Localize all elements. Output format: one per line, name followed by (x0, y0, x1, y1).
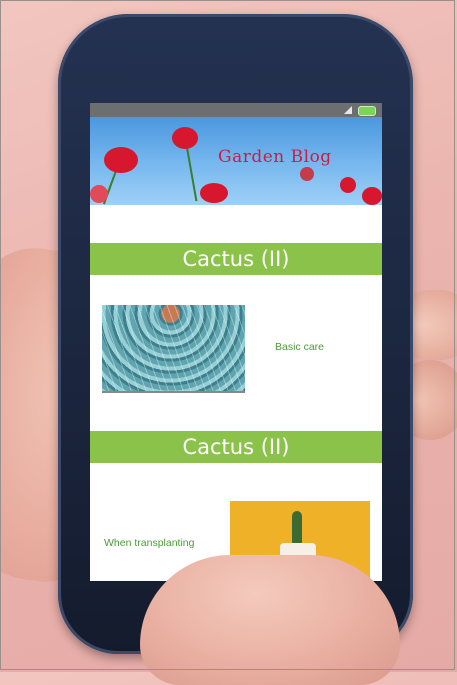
caption-basic-care[interactable]: Basic care (275, 341, 324, 353)
poppy-flower (90, 185, 108, 203)
poppy-flower (340, 177, 356, 193)
small-cactus (292, 511, 302, 547)
status-bar (90, 103, 382, 117)
battery-icon (358, 106, 376, 116)
signal-icon (344, 106, 352, 114)
thumb (140, 555, 400, 685)
blog-title: Garden Blog (218, 147, 332, 167)
blog-banner: Garden Blog (90, 117, 382, 205)
flower-stem (185, 141, 198, 202)
poppy-flower (172, 127, 198, 149)
section-header-1[interactable]: Cactus (II) (90, 243, 382, 275)
poppy-flower (104, 147, 138, 173)
cactus-photo[interactable] (102, 305, 245, 393)
poppy-flower (200, 183, 228, 203)
section-header-2[interactable]: Cactus (II) (90, 431, 382, 463)
poppy-flower (362, 187, 382, 205)
poppy-bud (300, 167, 314, 181)
caption-transplanting[interactable]: When transplanting (104, 537, 194, 549)
phone-screen: Garden Blog Cactus (II) Basic care Cactu… (90, 103, 382, 581)
